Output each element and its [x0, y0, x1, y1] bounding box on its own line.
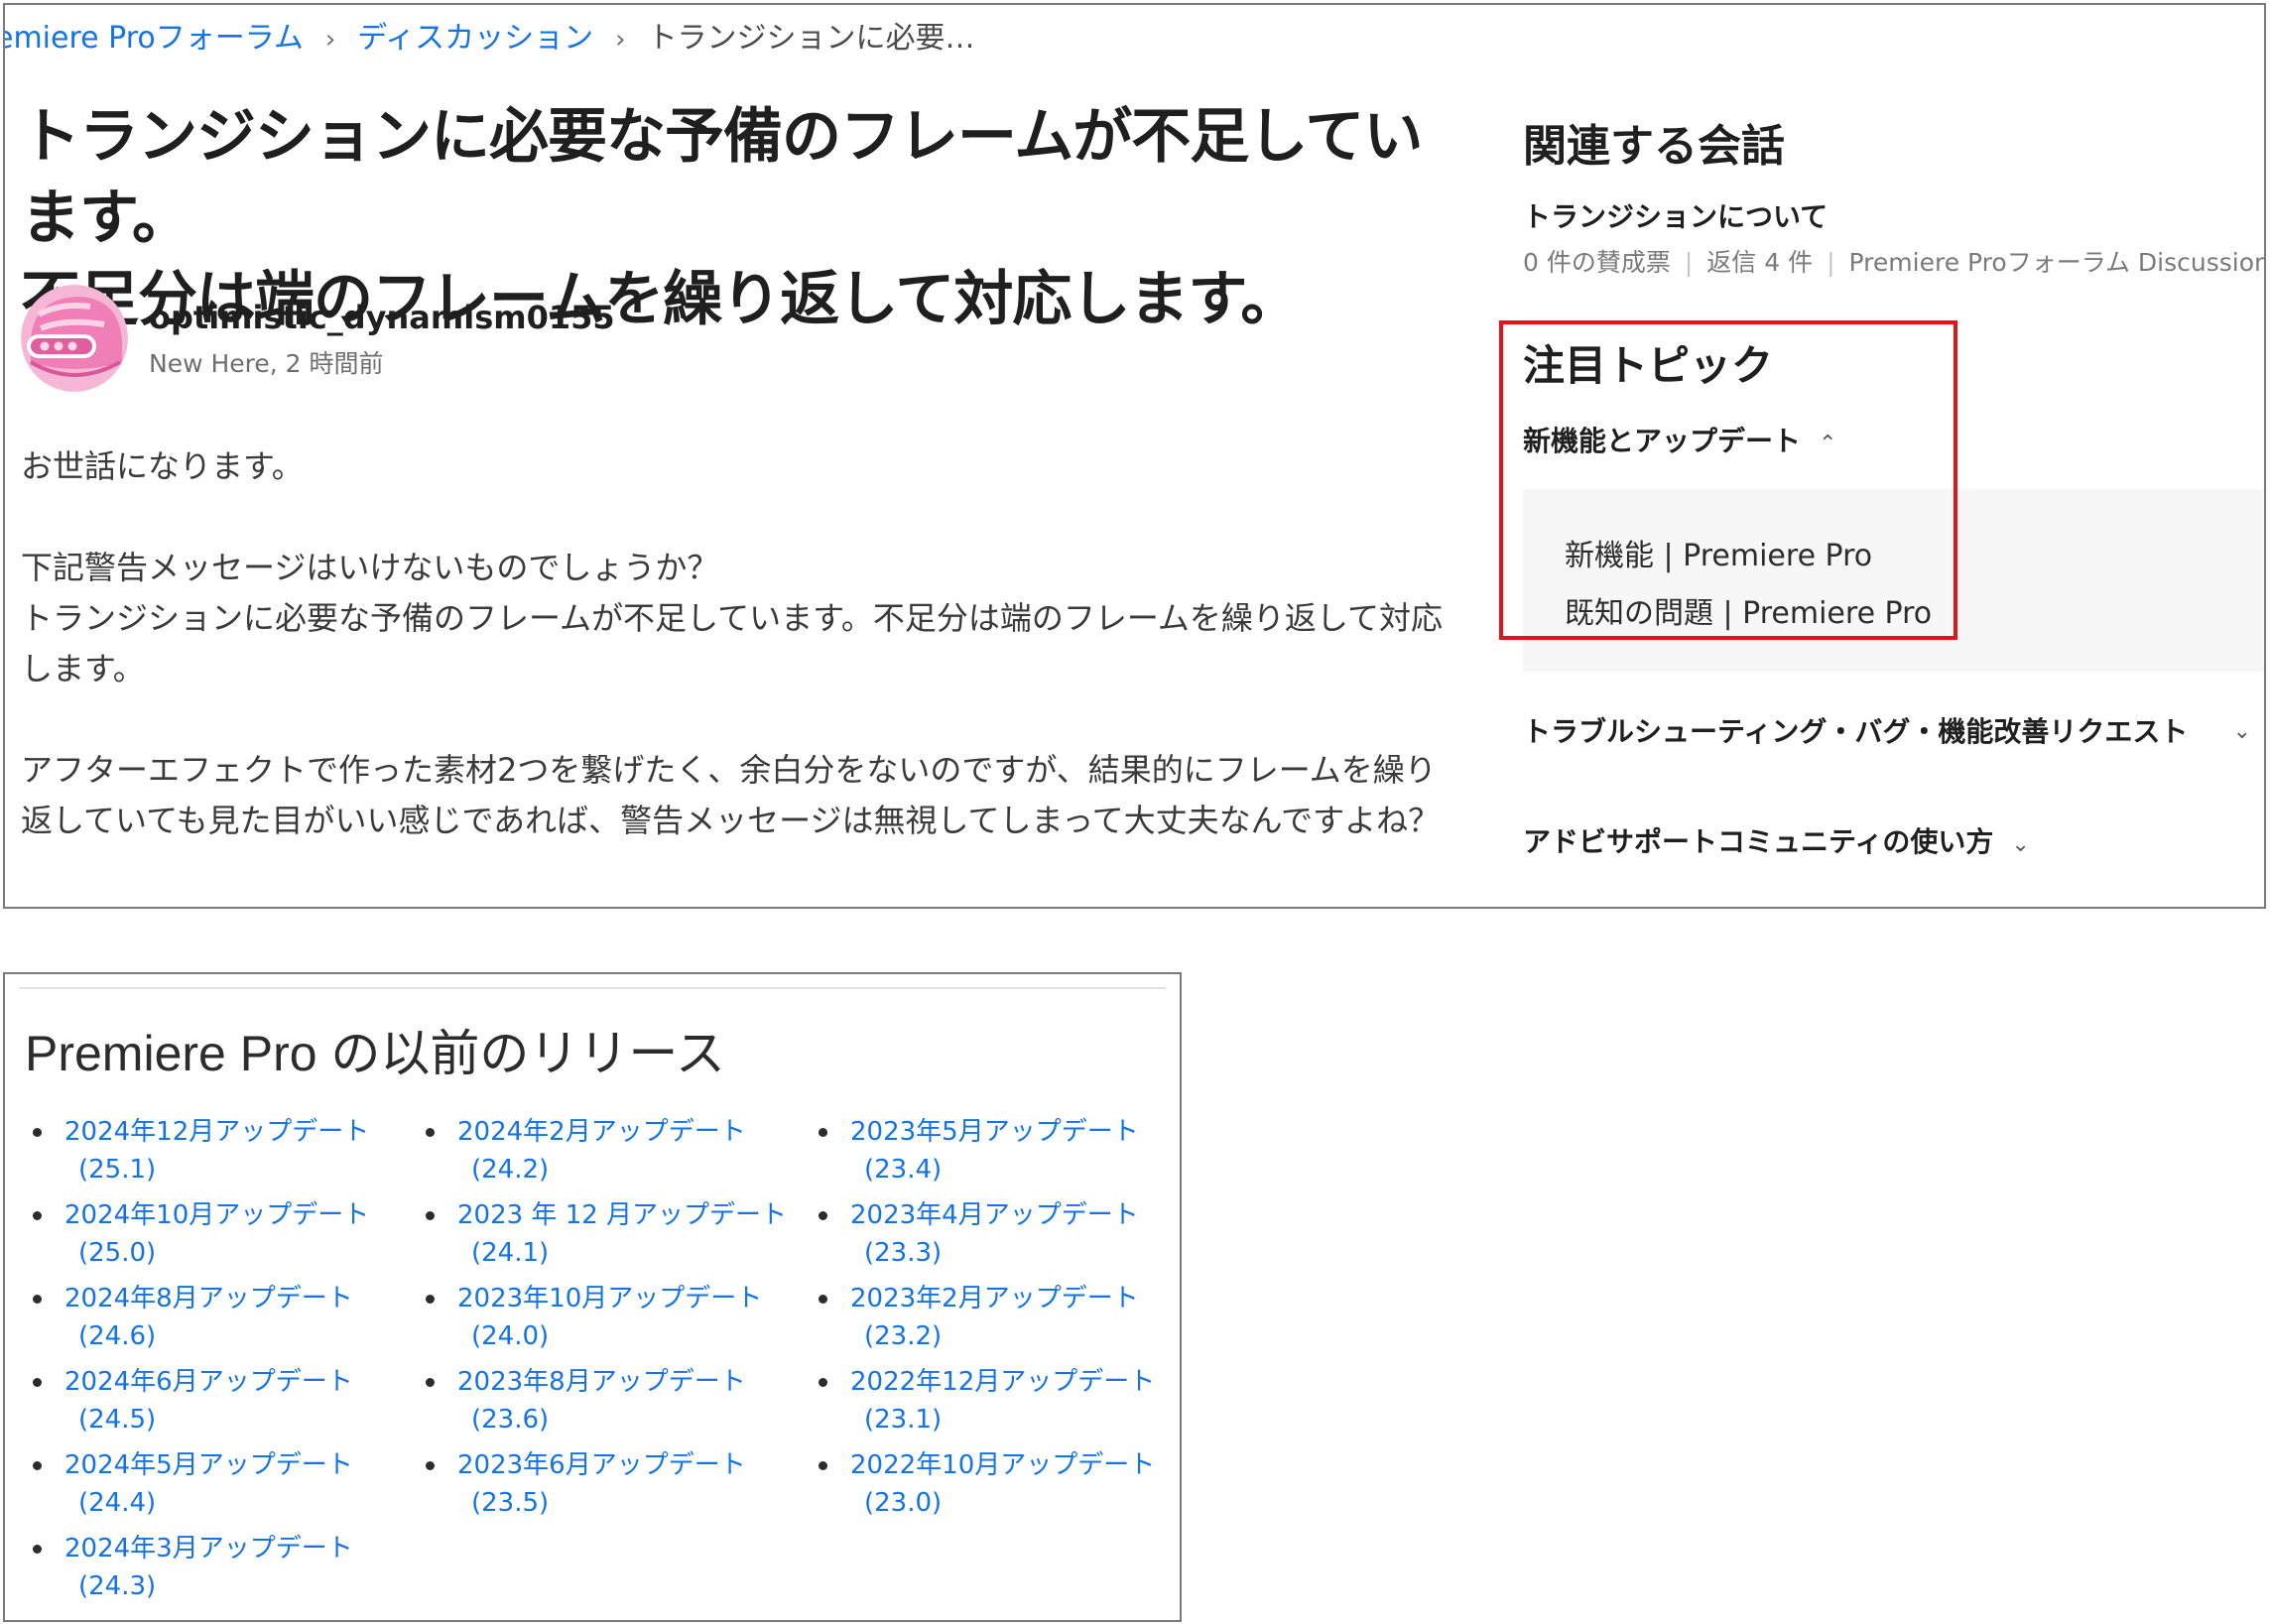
- related-votes: 0 件の賛成票: [1523, 248, 1671, 277]
- release-list-column: 2023年5月アップデート (23.4) 2023年4月アップデート (23.3) …: [811, 1113, 1155, 1530]
- breadcrumb-discussions-link[interactable]: ディスカッション: [357, 21, 593, 56]
- release-link[interactable]: 2024年6月アップデート (24.5): [64, 1363, 369, 1438]
- list-item: 2024年10月アップデート (25.0): [25, 1196, 369, 1280]
- release-link[interactable]: 2022年10月アップデート (23.0): [850, 1446, 1155, 1522]
- release-link[interactable]: 2023年2月アップデート (23.2): [850, 1280, 1155, 1355]
- list-item: 2023年6月アップデート (23.5): [418, 1446, 787, 1530]
- post-title-line1: トランジションに必要な予備のフレームが不足しています。: [21, 102, 1423, 253]
- release-link[interactable]: 2024年8月アップデート (24.6): [64, 1280, 369, 1355]
- release-link[interactable]: 2024年2月アップデート (24.2): [457, 1113, 787, 1188]
- release-link[interactable]: 2023年5月アップデート (23.4): [850, 1113, 1155, 1188]
- list-item: 2024年6月アップデート (24.5): [25, 1363, 369, 1446]
- related-conversation-link[interactable]: トランジションについて: [1523, 195, 1828, 235]
- accordion-community-howto[interactable]: アドビサポートコミュニティの使い方 ⌄: [1523, 820, 2030, 860]
- release-link[interactable]: 2023年8月アップデート (23.6): [457, 1363, 787, 1438]
- list-item: 2024年8月アップデート (24.6): [25, 1280, 369, 1363]
- list-item: 2023年8月アップデート (23.6): [418, 1363, 787, 1446]
- discussion-panel: emiere Proフォーラム › ディスカッション › トランジションに必要… トラン…: [3, 3, 2266, 909]
- related-conversations-heading: 関連する会話: [1523, 121, 1785, 172]
- release-list-column: 2024年2月アップデート (24.2) 2023 年 12 月アップデート (24…: [418, 1113, 787, 1530]
- list-item: 2023 年 12 月アップデート (24.1): [418, 1196, 787, 1280]
- list-item: 2022年12月アップデート (23.1): [811, 1363, 1155, 1446]
- accordion-troubleshooting[interactable]: トラブルシューティング・バグ・機能改善リクエスト ⌄: [1523, 709, 2251, 755]
- divider: [19, 987, 1166, 989]
- meta-divider: |: [1684, 248, 1694, 277]
- list-item: 2023年4月アップデート (23.3): [811, 1196, 1155, 1280]
- release-list-column: 2024年12月アップデート (25.1) 2024年10月アップデート (25.0…: [25, 1113, 369, 1613]
- related-replies: 返信 4 件: [1706, 248, 1814, 277]
- release-link[interactable]: 2024年5月アップデート (24.4): [64, 1446, 369, 1522]
- breadcrumb-separator-icon: ›: [324, 25, 336, 55]
- release-link[interactable]: 2023年4月アップデート (23.3): [850, 1196, 1155, 1272]
- accordion-label: アドビサポートコミュニティの使い方: [1523, 825, 1994, 858]
- related-conversation-meta: 0 件の賛成票 | 返信 4 件 | Premiere Proフォーラム Discuss…: [1523, 243, 2264, 279]
- list-item: 2022年10月アップデート (23.0): [811, 1446, 1155, 1530]
- related-board-link[interactable]: Premiere Proフォーラム Discussions: [1849, 248, 2264, 277]
- release-link[interactable]: 2024年10月アップデート (25.0): [64, 1196, 369, 1272]
- previous-releases-panel: Premiere Pro の以前のリリース 2024年12月アップデート (25.…: [3, 972, 1182, 1622]
- breadcrumb-current: トランジションに必要…: [647, 21, 975, 56]
- breadcrumb: emiere Proフォーラム › ディスカッション › トランジションに必要…: [5, 15, 975, 62]
- release-link[interactable]: 2024年3月アップデート (24.3): [64, 1530, 369, 1605]
- chevron-down-icon: ⌄: [2011, 832, 2030, 857]
- list-item: 2024年3月アップデート (24.3): [25, 1530, 369, 1613]
- release-link[interactable]: 2023年6月アップデート (23.5): [457, 1446, 787, 1522]
- chevron-down-icon: ⌄: [2232, 719, 2251, 744]
- annotation-highlight-box: [1499, 320, 1957, 640]
- list-item: 2024年2月アップデート (24.2): [418, 1113, 787, 1196]
- breadcrumb-forum-link[interactable]: emiere Proフォーラム: [5, 21, 304, 56]
- author-meta: New Here, 2 時間前: [149, 349, 384, 378]
- previous-releases-heading: Premiere Pro の以前のリリース: [25, 1026, 725, 1081]
- accordion-label: トラブルシューティング・バグ・機能改善リクエスト: [1523, 715, 2189, 748]
- post-paragraph: アフターエフェクトで作った素材2つを繋げたく、余白分をないのですが、結果的にフレ…: [21, 751, 1441, 839]
- list-item: 2023年5月アップデート (23.4): [811, 1113, 1155, 1196]
- post-paragraph: 下記警告メッセージはいけないものでしょうか？ トランジションに必要な予備のフレー…: [21, 549, 1443, 687]
- release-link[interactable]: 2024年12月アップデート (25.1): [64, 1113, 369, 1188]
- list-item: 2023年2月アップデート (23.2): [811, 1280, 1155, 1363]
- release-link[interactable]: 2023年10月アップデート (24.0): [457, 1280, 787, 1355]
- post-body: お世話になります。 下記警告メッセージはいけないものでしょうか？ トランジション…: [21, 441, 1459, 897]
- list-item: 2024年12月アップデート (25.1): [25, 1113, 369, 1196]
- avatar[interactable]: [21, 285, 128, 392]
- pink-helmet-avatar-icon: [21, 285, 128, 392]
- author-name[interactable]: optimistic_dynamism0155: [149, 299, 615, 336]
- release-link[interactable]: 2022年12月アップデート (23.1): [850, 1363, 1155, 1438]
- breadcrumb-separator-icon: ›: [615, 25, 626, 55]
- post-paragraph: お世話になります。: [21, 447, 304, 485]
- meta-divider: |: [1827, 248, 1835, 277]
- list-item: 2023年10月アップデート (24.0): [418, 1280, 787, 1363]
- release-link[interactable]: 2023 年 12 月アップデート (24.1): [457, 1196, 787, 1272]
- list-item: 2024年5月アップデート (24.4): [25, 1446, 369, 1530]
